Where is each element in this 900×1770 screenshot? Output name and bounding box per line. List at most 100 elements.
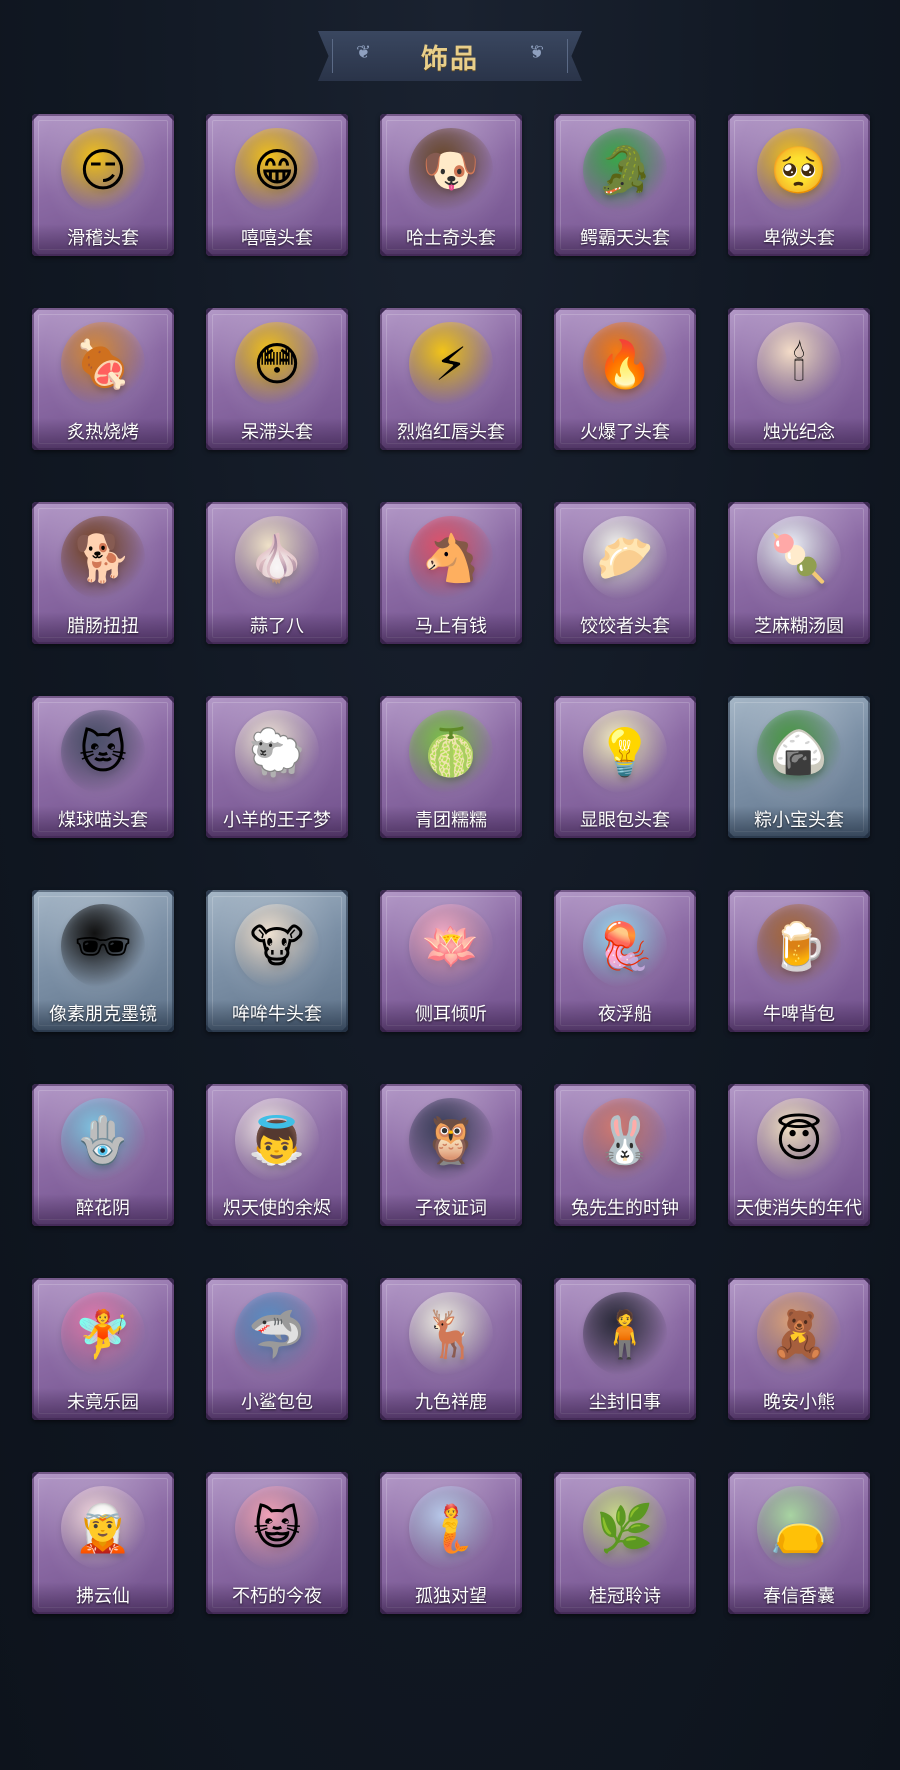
- card-corner-ornament: [206, 114, 214, 122]
- accessory-name: 尘封旧事: [589, 1392, 661, 1413]
- accessory-card[interactable]: 🐑 小羊的王子梦: [206, 696, 348, 838]
- card-corner-ornament: [166, 114, 174, 122]
- bun-crown-mask-icon: 💡: [583, 710, 667, 794]
- accessory-card[interactable]: 🥺 卑微头套: [728, 114, 870, 256]
- card-corner-ornament: [728, 114, 736, 122]
- card-corner-ornament: [554, 696, 562, 704]
- card-corner-ornament: [166, 308, 174, 316]
- card-corner-ornament: [688, 114, 696, 122]
- card-corner-ornament: [514, 308, 522, 316]
- accessory-card[interactable]: 🕶 像素朋克墨镜: [32, 890, 174, 1032]
- accessory-card[interactable]: 🧝 拂云仙: [32, 1472, 174, 1614]
- card-corner-ornament: [728, 1084, 736, 1092]
- accessory-name: 不朽的今夜: [232, 1586, 322, 1607]
- accessory-card[interactable]: 👼 炽天使的余烬: [206, 1084, 348, 1226]
- pink-cat-pendant-icon: 😺: [235, 1486, 319, 1570]
- gray-cat-mask-icon: 🐱: [61, 710, 145, 794]
- accessory-card[interactable]: 😏 滑稽头套: [32, 114, 174, 256]
- accessory-card[interactable]: 🦌 九色祥鹿: [380, 1278, 522, 1420]
- accessory-card[interactable]: 🧄 蒜了八: [206, 502, 348, 644]
- accessory-card[interactable]: 👝 春信香囊: [728, 1472, 870, 1614]
- card-corner-ornament: [514, 502, 522, 510]
- accessory-card[interactable]: 🐰 兔先生的时钟: [554, 1084, 696, 1226]
- accessory-card[interactable]: 🍖 炙热烧烤: [32, 308, 174, 450]
- accessory-card[interactable]: 🐶 哈士奇头套: [380, 114, 522, 256]
- card-corner-ornament: [862, 1084, 870, 1092]
- card-corner-ornament: [32, 308, 40, 316]
- section-title-banner: ❦ 饰品 ❦: [318, 31, 582, 81]
- accessory-name: 子夜证词: [415, 1198, 487, 1219]
- accessory-card[interactable]: 🐮 哞哞牛头套: [206, 890, 348, 1032]
- accessory-name: 夜浮船: [598, 1004, 652, 1025]
- accessory-card[interactable]: 🐊 鳄霸天头套: [554, 114, 696, 256]
- accessory-name: 烛光纪念: [763, 422, 835, 443]
- accessory-card[interactable]: 🔥 火爆了头套: [554, 308, 696, 450]
- card-corner-ornament: [32, 1472, 40, 1480]
- accessory-card[interactable]: 🕯 烛光纪念: [728, 308, 870, 450]
- accessory-card[interactable]: 🧚 未竟乐园: [32, 1278, 174, 1420]
- accessory-card[interactable]: 🧸 晚安小熊: [728, 1278, 870, 1420]
- accessory-card[interactable]: ⚡ 烈焰红唇头套: [380, 308, 522, 450]
- accessory-card[interactable]: 🥟 饺饺者头套: [554, 502, 696, 644]
- card-corner-ornament: [206, 696, 214, 704]
- paradise-girl-doll-icon: 🧚: [61, 1292, 145, 1376]
- card-corner-ornament: [166, 1084, 174, 1092]
- card-corner-ornament: [862, 308, 870, 316]
- cloud-fairy-pendant-icon: 🧝: [61, 1486, 145, 1570]
- accessory-name: 腊肠扭扭: [67, 616, 139, 637]
- accessory-card[interactable]: 😇 天使消失的年代: [728, 1084, 870, 1226]
- lotus-earring-icon: 🪷: [409, 904, 493, 988]
- accessory-name: 醉花阴: [76, 1198, 130, 1219]
- accessory-card[interactable]: 🐱 煤球喵头套: [32, 696, 174, 838]
- accessory-name: 晚安小熊: [763, 1392, 835, 1413]
- accessory-card[interactable]: 🦈 小鲨包包: [206, 1278, 348, 1420]
- card-corner-ornament: [728, 696, 736, 704]
- accessory-card[interactable]: 😳 呆滞头套: [206, 308, 348, 450]
- accessory-name: 粽小宝头套: [754, 810, 844, 831]
- blue-girl-pendant-icon: 🧜: [409, 1486, 493, 1570]
- accessory-name: 炙热烧烤: [67, 422, 139, 443]
- accessory-name: 马上有钱: [415, 616, 487, 637]
- accessory-card[interactable]: 😁 嘻嘻头套: [206, 114, 348, 256]
- card-corner-ornament: [554, 1278, 562, 1286]
- dreamcatcher-icon: 🪬: [61, 1098, 145, 1182]
- angel-doll-icon: 👼: [235, 1098, 319, 1182]
- dachshund-mask-icon: 🐕: [61, 516, 145, 600]
- deer-pendant-icon: 🦌: [409, 1292, 493, 1376]
- pikachu-mask-icon: ⚡: [409, 322, 493, 406]
- card-corner-ornament: [32, 890, 40, 898]
- accessory-name: 兔先生的时钟: [571, 1198, 679, 1219]
- accessory-card[interactable]: 🧜 孤独对望: [380, 1472, 522, 1614]
- accessory-card[interactable]: 🌿 桂冠聆诗: [554, 1472, 696, 1614]
- funny-face-mask-icon: 😏: [61, 128, 145, 212]
- accessory-card[interactable]: 🍡 芝麻糊汤圆: [728, 502, 870, 644]
- card-corner-ornament: [380, 1278, 388, 1286]
- accessory-name: 桂冠聆诗: [589, 1586, 661, 1607]
- accessory-card[interactable]: 🍙 粽小宝头套: [728, 696, 870, 838]
- accessory-card[interactable]: 😺 不朽的今夜: [206, 1472, 348, 1614]
- card-corner-ornament: [514, 1472, 522, 1480]
- card-corner-ornament: [32, 114, 40, 122]
- card-corner-ornament: [206, 1472, 214, 1480]
- card-corner-ornament: [206, 1084, 214, 1092]
- accessory-card[interactable]: 🐴 马上有钱: [380, 502, 522, 644]
- card-corner-ornament: [206, 308, 214, 316]
- qingtuan-mask-icon: 🍈: [409, 710, 493, 794]
- accessory-name: 显眼包头套: [580, 810, 670, 831]
- card-corner-ornament: [32, 696, 40, 704]
- accessory-card[interactable]: 🪼 夜浮船: [554, 890, 696, 1032]
- card-corner-ornament: [166, 890, 174, 898]
- accessory-card[interactable]: 🪷 侧耳倾听: [380, 890, 522, 1032]
- accessory-card[interactable]: 🦉 子夜证词: [380, 1084, 522, 1226]
- accessory-name: 蒜了八: [250, 616, 304, 637]
- accessory-card[interactable]: 🧍 尘封旧事: [554, 1278, 696, 1420]
- accessory-card[interactable]: 💡 显眼包头套: [554, 696, 696, 838]
- dazed-face-mask-icon: 😳: [235, 322, 319, 406]
- accessory-card[interactable]: 🍺 牛啤背包: [728, 890, 870, 1032]
- accessory-card[interactable]: 🪬 醉花阴: [32, 1084, 174, 1226]
- accessory-card[interactable]: 🍈 青团糯糯: [380, 696, 522, 838]
- card-corner-ornament: [554, 502, 562, 510]
- accessory-card[interactable]: 🐕 腊肠扭扭: [32, 502, 174, 644]
- beer-cow-backpack-icon: 🍺: [757, 904, 841, 988]
- candle-mask-icon: 🕯: [757, 322, 841, 406]
